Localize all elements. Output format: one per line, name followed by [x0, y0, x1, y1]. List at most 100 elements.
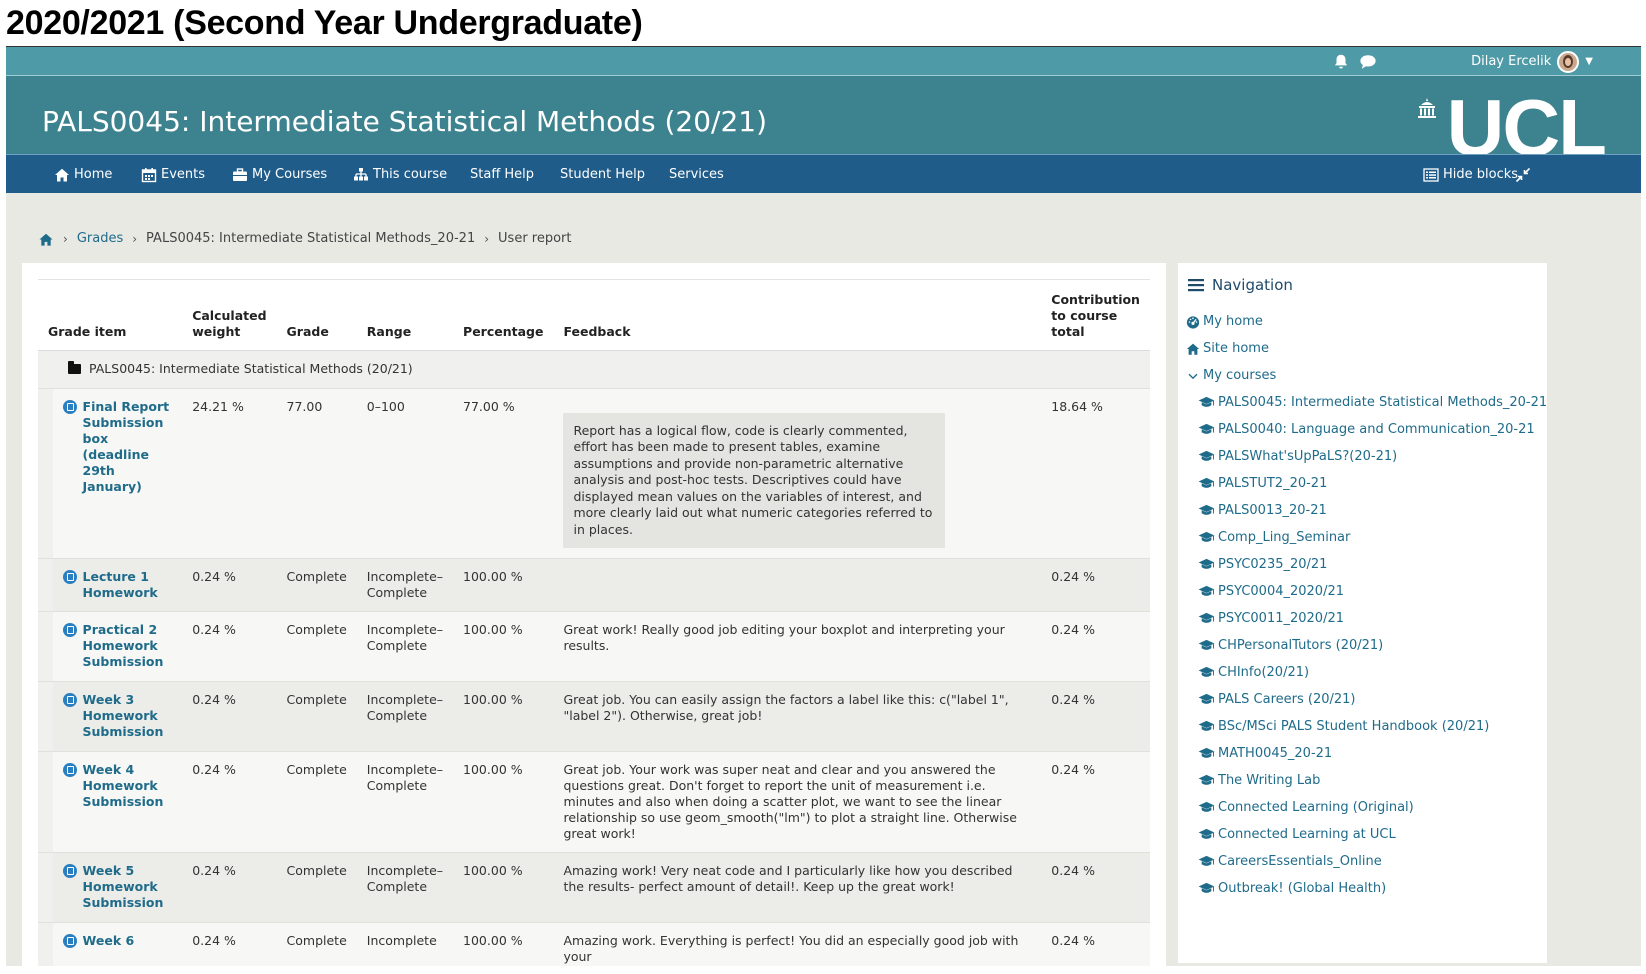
course-link[interactable]: MATH0045_20-21	[1186, 743, 1541, 770]
weight-cell: 0.24 %	[182, 558, 277, 612]
list-icon	[1423, 167, 1439, 182]
course-link[interactable]: PALS0045: Intermediate Statistical Metho…	[1186, 392, 1547, 419]
course-link[interactable]: PALS0013_20-21	[1186, 500, 1541, 527]
course-link-label: MATH0045_20-21	[1218, 746, 1333, 761]
chat-bubble-icon[interactable]	[1359, 53, 1377, 71]
grade-item-link[interactable]: Week 3 Homework Submission	[62, 692, 173, 740]
graduation-cap-icon	[1198, 558, 1215, 569]
nav-link-label: Site home	[1203, 341, 1269, 356]
breadcrumb-grades[interactable]: Grades	[77, 229, 123, 249]
grade-item-link[interactable]: Week 5 Homework Submission	[62, 863, 173, 911]
percentage-cell: 100.00 %	[453, 558, 554, 612]
grade-item-link[interactable]: Week 4 Homework Submission	[62, 762, 173, 810]
course-link[interactable]: Outbreak! (Global Health)	[1186, 878, 1541, 905]
hamburger-icon[interactable]	[1188, 278, 1204, 292]
indent-cell	[38, 681, 53, 752]
range-cell: Incomplete–Complete	[356, 751, 454, 853]
header-percentage: Percentage	[453, 280, 554, 351]
grade-item-link[interactable]: Week 6	[62, 933, 173, 949]
graduation-cap-icon	[1198, 396, 1215, 407]
avatar[interactable]	[1557, 50, 1580, 73]
course-link[interactable]: BSc/MSci PALS Student Handbook (20/21)	[1186, 716, 1541, 743]
course-title: PALS0045: Intermediate Statistical Metho…	[42, 105, 768, 138]
breadcrumb: › Grades › PALS0045: Intermediate Statis…	[38, 229, 572, 249]
assignment-icon	[62, 763, 77, 777]
grade-item-link[interactable]: Final Report Submission box (deadline 29…	[62, 399, 173, 495]
course-link-label: PALS0013_20-21	[1218, 503, 1327, 518]
course-link[interactable]: PALS0040: Language and Communication_20-…	[1186, 419, 1541, 446]
graduation-cap-icon	[1198, 504, 1215, 515]
course-link[interactable]: PSYC0011_2020/21	[1186, 608, 1541, 635]
graduation-cap-icon	[1198, 612, 1215, 623]
user-menu[interactable]: Dilay Ercelik ▼	[1471, 47, 1593, 76]
compress-arrows-icon	[1515, 167, 1531, 182]
browser-frame: Dilay Ercelik ▼ PALS0045: Intermediate S…	[6, 46, 1641, 966]
contribution-cell: 0.24 %	[1041, 852, 1150, 923]
caret-down-icon[interactable]: ▼	[1585, 47, 1593, 76]
nav-item-home[interactable]: Home	[54, 155, 112, 194]
course-link[interactable]: CHPersonalTutors (20/21)	[1186, 635, 1541, 662]
percentage-cell: 100.00 %	[453, 611, 554, 682]
nav-item-services[interactable]: Services	[669, 155, 724, 194]
course-link-label: Connected Learning (Original)	[1218, 800, 1414, 815]
course-link[interactable]: PALSTUT2_20-21	[1186, 473, 1541, 500]
course-link[interactable]: PSYC0004_2020/21	[1186, 581, 1541, 608]
course-link-label: Connected Learning at UCL	[1218, 827, 1396, 842]
assignment-icon	[62, 623, 77, 637]
indent-cell	[38, 387, 53, 559]
home-icon[interactable]	[38, 232, 54, 247]
hide-blocks-button[interactable]: Hide blocks	[1423, 155, 1518, 194]
calendar-icon	[141, 167, 157, 182]
graduation-cap-icon	[1198, 531, 1215, 542]
course-link-label: CHPersonalTutors (20/21)	[1218, 638, 1384, 653]
course-link[interactable]: PSYC0235_20/21	[1186, 554, 1541, 581]
bell-icon[interactable]	[1332, 53, 1350, 71]
nav-item-this-course[interactable]: This course	[353, 155, 447, 194]
grade-cell: Complete	[276, 852, 357, 923]
table-row: Week 5 Homework Submission 0.24 % Comple…	[38, 852, 1150, 923]
course-link[interactable]: Connected Learning (Original)	[1186, 797, 1541, 824]
nav-link-site-home[interactable]: Site home	[1186, 338, 1541, 365]
nav-label: Events	[161, 167, 206, 182]
dashboard-icon	[1186, 316, 1200, 329]
main-nav-bar: Home Events My Courses This course Staff…	[6, 154, 1641, 193]
user-name[interactable]: Dilay Ercelik	[1471, 47, 1551, 76]
weight-cell: 24.21 %	[182, 387, 277, 559]
graduation-cap-icon	[1198, 450, 1215, 461]
course-link[interactable]: PALSWhat'sUpPaLS?(20-21)	[1186, 446, 1541, 473]
indent-cell	[38, 611, 53, 682]
grade-item-link[interactable]: Lecture 1 Homework	[62, 569, 173, 601]
nav-item-staff-help[interactable]: Staff Help	[470, 155, 534, 194]
nav-link-my-courses[interactable]: My courses	[1186, 365, 1541, 392]
contribution-cell: 18.64 %	[1041, 387, 1150, 559]
grade-cell: Complete	[276, 681, 357, 752]
graduation-cap-icon	[1198, 477, 1215, 488]
grade-cell: Complete	[276, 751, 357, 853]
header-contribution: Contribution to course total	[1041, 280, 1150, 351]
indent-cell	[38, 751, 53, 853]
course-link[interactable]: Comp_Ling_Seminar	[1186, 527, 1541, 554]
nav-item-events[interactable]: Events	[141, 155, 205, 194]
course-link[interactable]: CareersEssentials_Online	[1186, 851, 1541, 878]
indent-cell	[38, 922, 53, 966]
course-link-label: PALS Careers (20/21)	[1218, 692, 1356, 707]
course-link[interactable]: The Writing Lab	[1186, 770, 1541, 797]
weight-cell: 0.24 %	[182, 922, 277, 966]
course-link[interactable]: Connected Learning at UCL	[1186, 824, 1541, 851]
grade-item-link[interactable]: Practical 2 Homework Submission	[62, 622, 173, 670]
ucl-logo[interactable]: UCL	[1447, 88, 1607, 168]
grade-cell: Complete	[276, 558, 357, 612]
course-link[interactable]: CHInfo(20/21)	[1186, 662, 1541, 689]
course-link-label: The Writing Lab	[1218, 773, 1321, 788]
category-name: PALS0045: Intermediate Statistical Metho…	[89, 361, 413, 376]
course-link-label: Comp_Ling_Seminar	[1218, 530, 1351, 545]
graduation-cap-icon	[1198, 423, 1215, 434]
course-link[interactable]: PALS Careers (20/21)	[1186, 689, 1541, 716]
nav-item-my-courses[interactable]: My Courses	[232, 155, 327, 194]
percentage-cell: 100.00 %	[453, 751, 554, 853]
collapse-button[interactable]	[1515, 155, 1531, 194]
nav-label: Services	[669, 167, 724, 182]
nav-item-student-help[interactable]: Student Help	[560, 155, 645, 194]
grade-item-name: Practical 2 Homework Submission	[82, 622, 164, 669]
nav-link-my-home[interactable]: My home	[1186, 311, 1541, 338]
